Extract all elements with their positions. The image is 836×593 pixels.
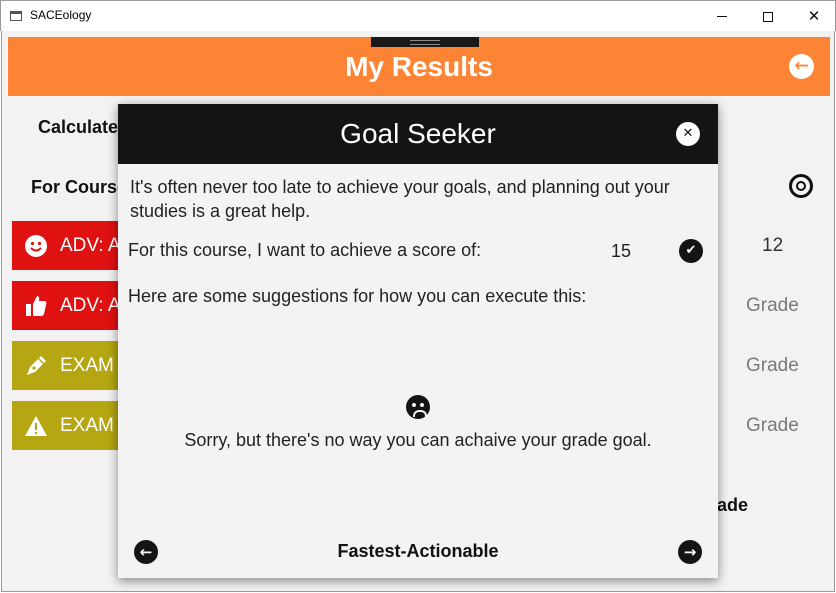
grade-value: Grade (746, 355, 799, 376)
app-header: My Results (8, 37, 830, 96)
maximize-button[interactable] (745, 1, 791, 32)
close-icon: ✕ (807, 7, 821, 25)
assessment-row[interactable]: EXAM (12, 401, 132, 450)
assessment-label: EXAM (60, 354, 114, 376)
drag-handle[interactable] (371, 37, 479, 47)
thumbs-up-icon (12, 294, 60, 318)
goal-score-input[interactable] (576, 236, 666, 266)
window-titlebar: SACEology ✕ (0, 0, 836, 31)
smile-icon (12, 234, 60, 258)
assessment-row[interactable]: ADV: A (12, 221, 132, 270)
frown-icon (406, 395, 430, 419)
minimize-icon (717, 16, 727, 17)
intro-text: It's often never too late to achieve you… (130, 177, 670, 221)
window-title: SACEology (30, 8, 92, 22)
assessment-label: ADV: A (60, 294, 121, 316)
result-message: Sorry, but there's no way you can achaiv… (184, 430, 652, 450)
calculate-label: Calculate (38, 117, 119, 137)
close-dialog-icon[interactable] (676, 122, 700, 146)
assessment-row[interactable]: EXAM (12, 341, 132, 390)
close-window-button[interactable]: ✕ (791, 1, 836, 32)
grade-value: Grade (746, 295, 799, 316)
maximize-icon (763, 11, 773, 22)
pen-icon (12, 354, 60, 378)
target-icon[interactable] (789, 174, 813, 198)
grade-value: Grade (746, 415, 799, 436)
back-arrow-icon[interactable] (789, 54, 814, 79)
assessment-label: ADV: A (60, 234, 121, 256)
grade-value: 12 (762, 235, 784, 256)
dialog-title: Goal Seeker (340, 118, 496, 149)
warning-icon (12, 414, 60, 438)
dialog-header: Goal Seeker (118, 104, 718, 164)
app-window-icon (10, 11, 22, 21)
goal-seeker-dialog: Goal Seeker It's often never too late to… (118, 104, 718, 578)
suggestions-label: Here are some suggestions for how you ca… (128, 286, 587, 306)
next-arrow-icon[interactable] (678, 540, 702, 564)
assessment-label: EXAM (60, 414, 114, 436)
minimize-button[interactable] (699, 1, 745, 32)
course-label: For Course (31, 177, 128, 197)
assessment-row[interactable]: ADV: A (12, 281, 132, 330)
strategy-label: Fastest-Actionable (337, 541, 499, 561)
confirm-check-icon[interactable] (679, 239, 703, 263)
goal-label: For this course, I want to achieve a sco… (128, 240, 482, 260)
